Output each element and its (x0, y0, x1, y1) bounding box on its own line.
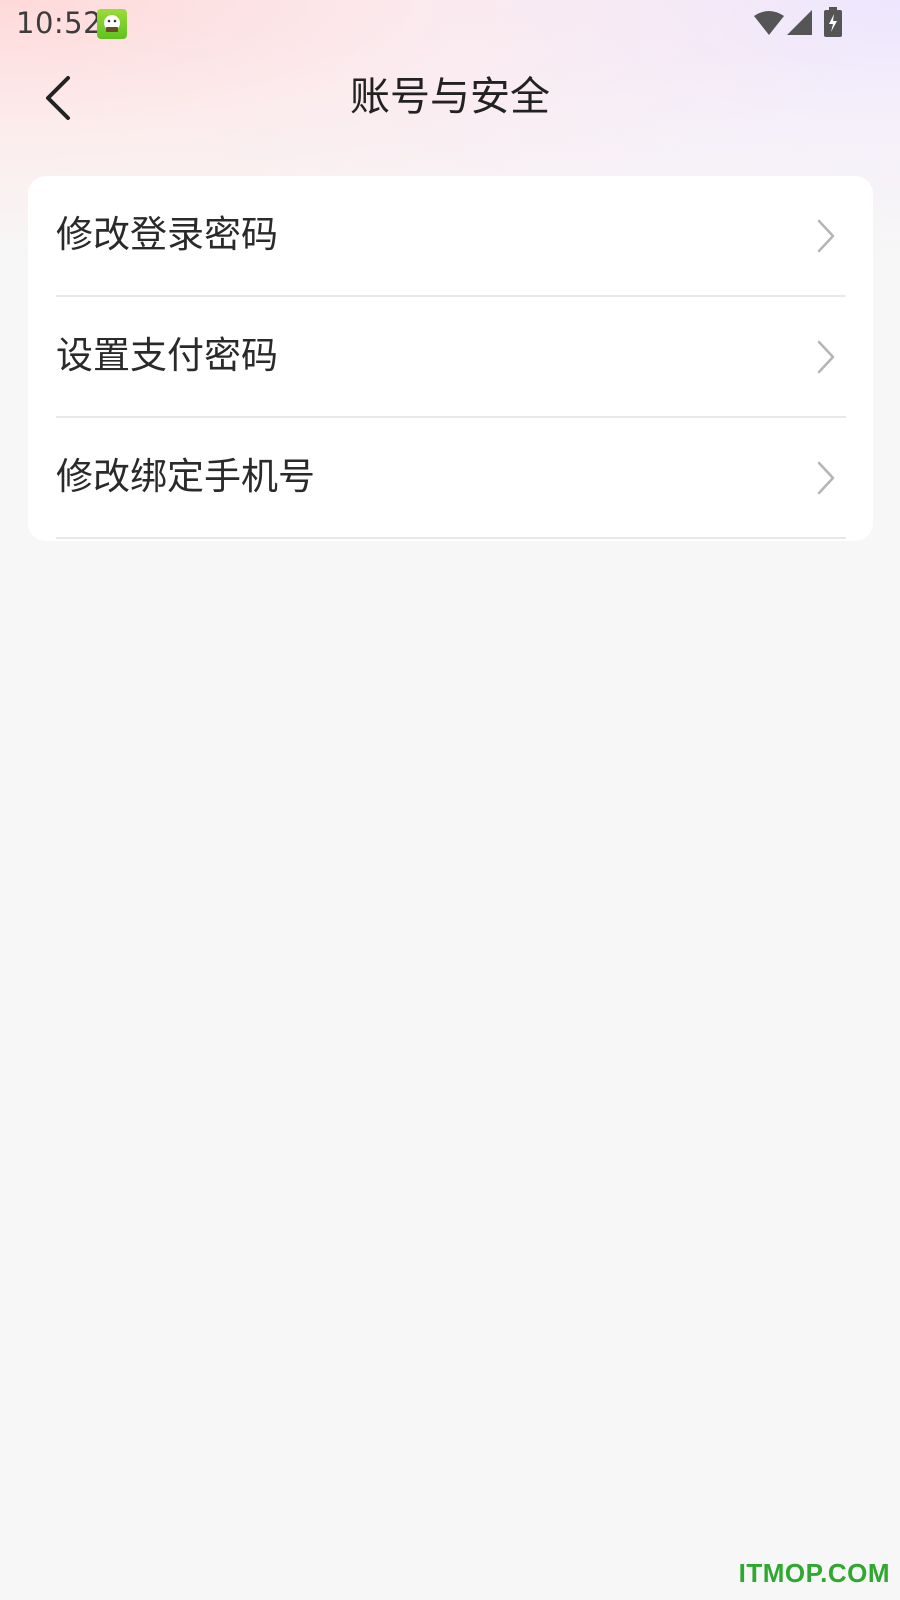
site-watermark: ITMOP.COM (738, 1558, 890, 1588)
app-mascot-icon (97, 9, 127, 39)
status-time: 10:52 (16, 6, 103, 40)
settings-item-label: 修改绑定手机号 (56, 455, 315, 498)
settings-card: 修改登录密码 设置支付密码 修改绑定手机号 (28, 176, 873, 541)
cell-signal-icon (787, 10, 813, 40)
settings-item-change-bound-phone[interactable]: 修改绑定手机号 (56, 418, 846, 539)
settings-item-change-login-password[interactable]: 修改登录密码 (56, 176, 846, 297)
chevron-right-icon (815, 218, 837, 258)
chevron-right-icon (815, 460, 837, 500)
chevron-right-icon (815, 339, 837, 379)
status-bar: 10:52 (0, 0, 900, 48)
top-navigation-bar: 账号与安全 (0, 58, 900, 138)
settings-item-set-payment-password[interactable]: 设置支付密码 (56, 297, 846, 418)
settings-item-label: 设置支付密码 (56, 334, 278, 377)
battery-charging-icon (824, 7, 842, 41)
divider (56, 537, 846, 539)
settings-item-label: 修改登录密码 (56, 213, 278, 256)
page-title: 账号与安全 (350, 74, 550, 120)
wifi-icon (754, 10, 784, 40)
